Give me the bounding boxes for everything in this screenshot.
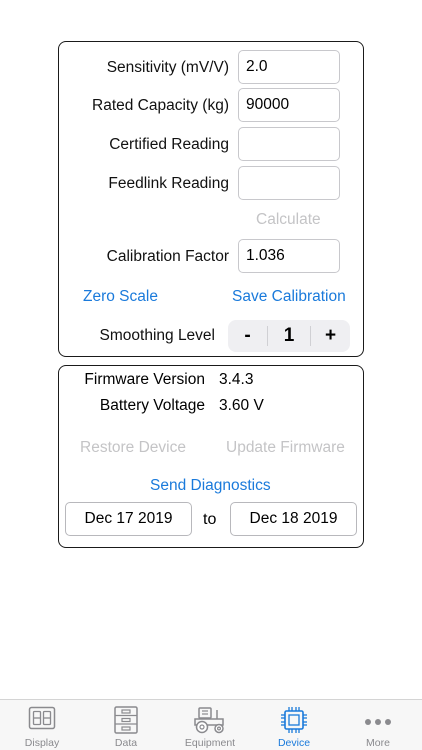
tab-display-label: Display <box>24 737 60 749</box>
certified-reading-label: Certified Reading <box>109 136 229 153</box>
send-diagnostics-button[interactable]: Send Diagnostics <box>150 477 271 495</box>
device-card: Firmware Version 3.4.3 Battery Voltage 3… <box>58 365 364 548</box>
save-calibration-button[interactable]: Save Calibration <box>232 288 346 306</box>
smoothing-level-label: Smoothing Level <box>99 327 215 344</box>
smoothing-value: 1 <box>267 325 311 346</box>
display-icon <box>28 706 56 735</box>
smoothing-decrement-button[interactable]: - <box>228 320 267 352</box>
zero-scale-button[interactable]: Zero Scale <box>83 288 158 306</box>
firmware-version-label: Firmware Version <box>84 371 205 388</box>
tab-more[interactable]: More <box>336 700 420 750</box>
tab-equipment[interactable]: Equipment <box>168 700 252 750</box>
certified-reading-input[interactable] <box>238 127 340 161</box>
tractor-icon <box>193 706 227 739</box>
calibration-card: Sensitivity (mV/V) Rated Capacity (kg) C… <box>58 41 364 357</box>
smoothing-stepper: - 1 + <box>228 320 350 352</box>
calibration-factor-label: Calibration Factor <box>106 248 229 265</box>
battery-voltage-label: Battery Voltage <box>99 397 205 414</box>
feedlink-reading-input[interactable] <box>238 166 340 200</box>
tab-display[interactable]: Display <box>0 700 84 750</box>
battery-voltage-value: 3.60 V <box>219 397 264 414</box>
start-date-button[interactable]: Dec 17 2019 <box>65 502 192 536</box>
tab-data-label: Data <box>114 737 138 749</box>
chip-icon <box>280 706 308 739</box>
tab-device-label: Device <box>277 737 311 749</box>
tab-device[interactable]: Device <box>252 700 336 750</box>
end-date-button[interactable]: Dec 18 2019 <box>230 502 357 536</box>
date-range-separator: to <box>203 511 217 528</box>
calibration-factor-input[interactable] <box>238 239 340 273</box>
feedlink-reading-label: Feedlink Reading <box>108 175 229 192</box>
rated-capacity-input[interactable] <box>238 88 340 122</box>
tab-more-label: More <box>366 737 390 749</box>
data-cabinet-icon <box>113 706 139 739</box>
smoothing-increment-button[interactable]: + <box>311 320 350 352</box>
rated-capacity-label: Rated Capacity (kg) <box>92 97 229 114</box>
tab-data[interactable]: Data <box>84 700 168 750</box>
update-firmware-button[interactable]: Update Firmware <box>226 439 345 457</box>
calculate-button[interactable]: Calculate <box>256 211 321 229</box>
tab-bar: Display Data Equipment Device More <box>0 699 422 750</box>
firmware-version-value: 3.4.3 <box>219 371 254 388</box>
sensitivity-input[interactable] <box>238 50 340 84</box>
tab-equipment-label: Equipment <box>184 737 236 749</box>
restore-device-button[interactable]: Restore Device <box>80 439 186 457</box>
sensitivity-label: Sensitivity (mV/V) <box>106 59 229 76</box>
more-dots-icon <box>364 713 392 731</box>
